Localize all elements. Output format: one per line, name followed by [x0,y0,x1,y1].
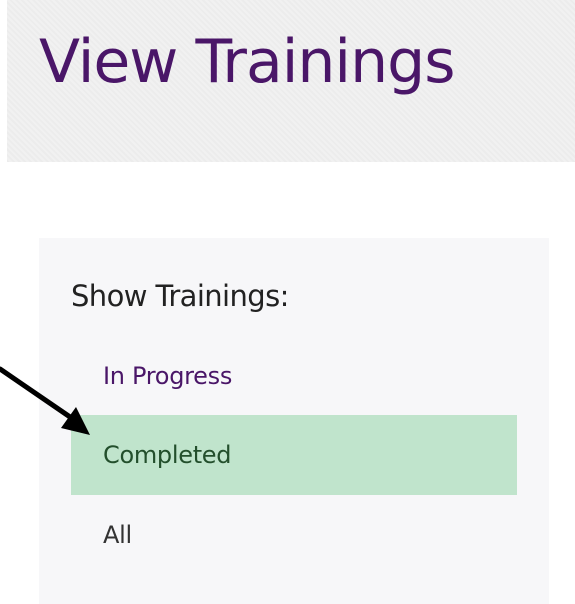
filter-option-completed[interactable]: Completed [71,415,517,495]
page: View Trainings Show Trainings: In Progre… [0,0,575,604]
filter-heading: Show Trainings: [71,279,289,313]
filter-option-in-progress[interactable]: In Progress [71,336,517,415]
filter-list: In Progress Completed All [71,336,517,575]
arrow-icon [0,366,90,435]
page-title: View Trainings [39,27,455,97]
filter-option-all[interactable]: All [71,495,517,575]
title-banner: View Trainings [7,0,575,162]
training-filter-panel: Show Trainings: In Progress Completed Al… [39,238,549,604]
arrow-shaft [0,366,76,422]
